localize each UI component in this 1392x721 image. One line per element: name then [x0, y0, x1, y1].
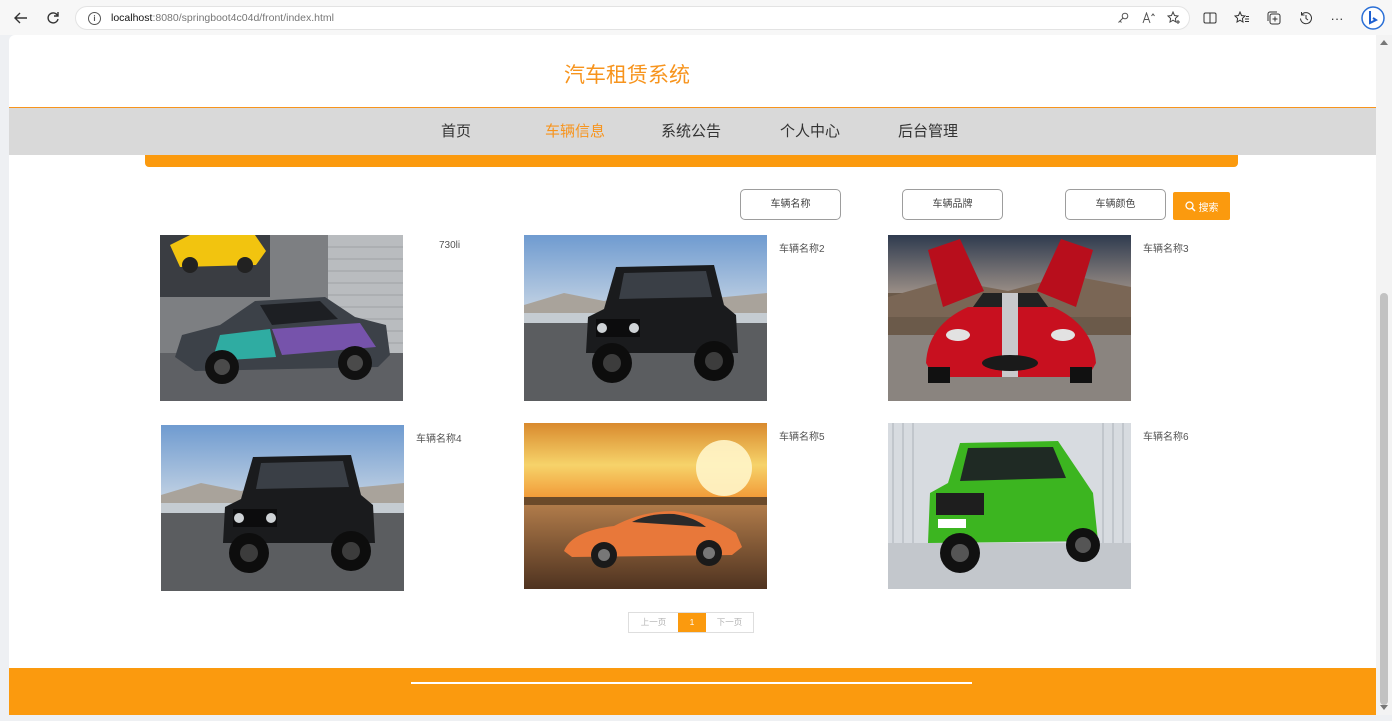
car-photo[interactable]: [161, 425, 404, 591]
main-nav: 首页 车辆信息 系统公告 个人中心 后台管理: [9, 108, 1376, 155]
history-icon[interactable]: [1296, 8, 1316, 28]
car-name[interactable]: 车辆名称5: [779, 428, 825, 443]
scroll-down-arrow-icon[interactable]: [1380, 705, 1388, 710]
split-screen-icon[interactable]: [1200, 8, 1220, 28]
site-info-icon[interactable]: i: [88, 12, 101, 25]
url-host: localhost: [111, 12, 153, 24]
car-photo[interactable]: [888, 423, 1131, 589]
address-bar[interactable]: i localhost:8080/springboot4c04d/front/i…: [75, 6, 1190, 30]
scroll-up-arrow-icon[interactable]: [1380, 40, 1388, 45]
url-path: :8080/springboot4c04d/front/index.html: [152, 12, 334, 24]
collections-icon[interactable]: [1264, 8, 1284, 28]
car-name[interactable]: 车辆名称4: [416, 430, 462, 445]
pagination: 上一页 1 下一页: [628, 612, 754, 633]
reload-icon[interactable]: [43, 8, 63, 28]
nav-item-vehicles[interactable]: 车辆信息: [545, 108, 605, 155]
more-icon[interactable]: ···: [1327, 8, 1347, 28]
current-page-button[interactable]: 1: [678, 613, 706, 632]
vertical-scrollbar[interactable]: [1376, 35, 1392, 715]
favorites-icon[interactable]: [1232, 8, 1252, 28]
browser-toolbar: i localhost:8080/springboot4c04d/front/i…: [0, 0, 1392, 35]
prev-page-button[interactable]: 上一页: [629, 613, 678, 632]
search-icon: [1184, 200, 1196, 212]
car-photo[interactable]: [524, 423, 767, 589]
vehicle-brand-input[interactable]: [902, 189, 1003, 220]
footer-divider: [411, 682, 972, 684]
car-photo[interactable]: [888, 235, 1131, 401]
vehicle-color-input[interactable]: [1065, 189, 1166, 220]
site-title: 汽车租赁系统: [564, 64, 690, 87]
bing-icon[interactable]: [1361, 6, 1385, 30]
vehicle-name-input[interactable]: [740, 189, 841, 220]
car-photo[interactable]: [524, 235, 767, 401]
read-aloud-icon[interactable]: [1141, 10, 1157, 26]
nav-item-home[interactable]: 首页: [441, 108, 471, 155]
web-page: 汽车租赁系统 首页 车辆信息 系统公告 个人中心 后台管理 搜索: [9, 35, 1376, 715]
car-photo[interactable]: [160, 235, 403, 401]
nav-item-admin[interactable]: 后台管理: [898, 108, 958, 155]
search-button-label: 搜索: [1198, 202, 1219, 214]
car-name[interactable]: 车辆名称2: [779, 240, 825, 255]
nav-accent-bar: [145, 155, 1238, 167]
back-icon[interactable]: [11, 8, 31, 28]
next-page-button[interactable]: 下一页: [706, 613, 753, 632]
car-name[interactable]: 730li: [439, 240, 460, 251]
search-button[interactable]: 搜索: [1173, 192, 1230, 220]
password-key-icon[interactable]: [1115, 10, 1131, 26]
url-text[interactable]: localhost:8080/springboot4c04d/front/ind…: [111, 12, 334, 24]
nav-item-profile[interactable]: 个人中心: [780, 108, 840, 155]
nav-item-announcements[interactable]: 系统公告: [661, 108, 721, 155]
scrollbar-thumb[interactable]: [1380, 293, 1388, 705]
car-name[interactable]: 车辆名称3: [1143, 240, 1189, 255]
add-favorite-icon[interactable]: [1166, 10, 1182, 26]
car-name[interactable]: 车辆名称6: [1143, 428, 1189, 443]
footer: [9, 668, 1376, 715]
